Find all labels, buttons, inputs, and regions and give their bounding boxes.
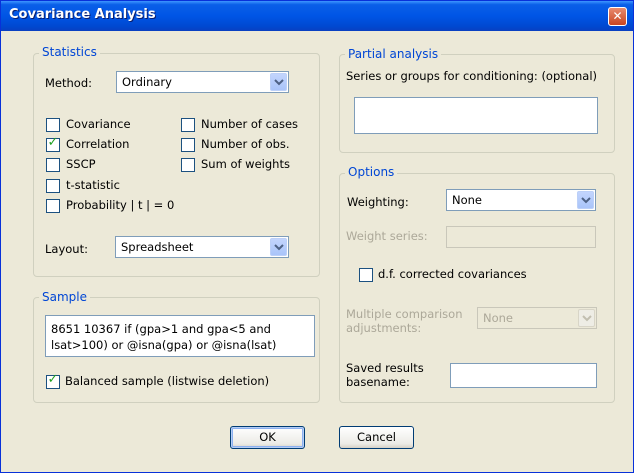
checkmark-icon: ✓	[47, 372, 59, 387]
ok-button[interactable]: OK	[230, 426, 305, 449]
covariance-checkbox[interactable]	[46, 118, 60, 132]
window-title: Covariance Analysis	[9, 7, 156, 22]
weight-series-label: Weight series:	[346, 229, 428, 243]
chevron-down-icon[interactable]	[270, 73, 287, 91]
chevron-down-icon[interactable]	[577, 191, 594, 209]
conditioning-series-input[interactable]	[354, 97, 598, 134]
method-dropdown[interactable]: Ordinary	[116, 71, 289, 93]
sscp-label: SSCP	[66, 157, 96, 171]
t-statistic-label: t-statistic	[66, 178, 120, 192]
layout-label: Layout:	[45, 242, 88, 256]
cancel-button[interactable]: Cancel	[339, 426, 414, 449]
probability-label: Probability | t | = 0	[66, 198, 175, 212]
weighting-label: Weighting:	[347, 195, 409, 209]
number-of-cases-checkbox[interactable]	[181, 118, 195, 132]
weighting-dropdown[interactable]: None	[446, 189, 596, 211]
basename-label: basename:	[346, 375, 410, 389]
multiple-comparison-dropdown[interactable]: None	[477, 307, 597, 329]
correlation-checkbox[interactable]: ✓	[46, 135, 60, 152]
weight-series-input[interactable]	[446, 226, 596, 248]
conditioning-series-label: Series or groups for conditioning: (opti…	[346, 69, 598, 83]
sum-of-weights-checkbox[interactable]	[181, 158, 195, 172]
t-statistic-checkbox[interactable]	[46, 179, 60, 193]
sample-input[interactable]: 8651 10367 if (gpa>1 and gpa<5 and lsat>…	[45, 315, 315, 357]
checkmark-icon: ✓	[47, 135, 59, 150]
sample-text: 8651 10367 if (gpa>1 and gpa<5 and lsat>…	[51, 322, 277, 352]
number-of-obs-checkbox[interactable]	[181, 138, 195, 152]
title-bar[interactable]: Covariance Analysis ✕	[1, 1, 633, 31]
number-of-obs-label: Number of obs.	[201, 137, 290, 151]
close-button[interactable]: ✕	[608, 7, 627, 26]
probability-checkbox[interactable]	[46, 199, 60, 213]
df-corrected-checkbox[interactable]	[359, 268, 373, 282]
sum-of-weights-label: Sum of weights	[201, 157, 290, 171]
df-corrected-label: d.f. corrected covariances	[378, 267, 527, 281]
saved-results-label: Saved results	[346, 361, 424, 375]
adjustments-label: adjustments:	[346, 321, 422, 335]
layout-value: Spreadsheet	[121, 240, 194, 254]
weighting-value: None	[452, 193, 483, 207]
number-of-cases-label: Number of cases	[201, 117, 299, 131]
close-icon: ✕	[612, 9, 623, 23]
statistics-legend: Statistics	[39, 45, 100, 59]
correlation-label: Correlation	[66, 137, 130, 151]
balanced-sample-label: Balanced sample (listwise deletion)	[65, 374, 270, 388]
options-legend: Options	[345, 165, 398, 179]
saved-basename-input[interactable]	[450, 363, 597, 388]
chevron-down-icon[interactable]	[578, 309, 595, 327]
chevron-down-icon[interactable]	[270, 238, 287, 256]
method-value: Ordinary	[122, 75, 172, 89]
covariance-dialog: Covariance Analysis ✕ Statistics Method:…	[0, 0, 634, 473]
balanced-sample-checkbox[interactable]: ✓	[46, 372, 60, 389]
sscp-checkbox[interactable]	[46, 158, 60, 172]
multiple-comparison-label: Multiple comparison	[346, 307, 463, 321]
layout-dropdown[interactable]: Spreadsheet	[115, 236, 289, 258]
multiple-comparison-value: None	[483, 311, 514, 325]
sample-legend: Sample	[39, 290, 90, 304]
partial-analysis-legend: Partial analysis	[345, 47, 442, 61]
covariance-label: Covariance	[66, 117, 131, 131]
method-label: Method:	[45, 76, 93, 90]
